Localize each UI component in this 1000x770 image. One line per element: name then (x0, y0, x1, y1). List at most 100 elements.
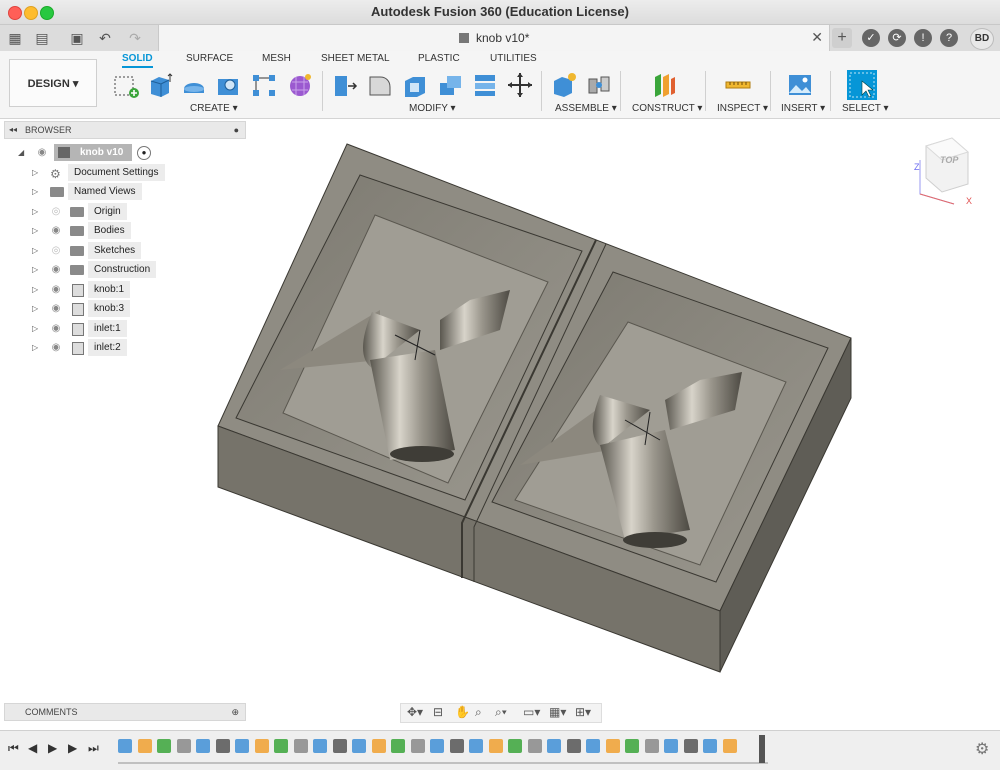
timeline-feature-icon[interactable] (644, 739, 659, 753)
timeline-feature-icon[interactable] (313, 739, 327, 753)
create-sketch-icon[interactable] (112, 71, 140, 99)
tab-mesh[interactable]: MESH (262, 53, 291, 64)
revolve-icon[interactable] (180, 71, 208, 99)
timeline-feature-icon[interactable] (625, 739, 639, 753)
timeline-feature-icon[interactable] (664, 739, 678, 753)
timeline-feature-icon[interactable] (449, 739, 464, 753)
document-tab[interactable]: knob v10* ✕ (158, 25, 830, 51)
user-avatar[interactable]: BD (970, 28, 994, 50)
tab-utilities[interactable]: UTILITIES (490, 53, 537, 64)
browser-item-inlet-1[interactable]: ▷ ◉ inlet:1 (0, 320, 246, 337)
add-comment-icon[interactable]: ⊕ (231, 704, 239, 720)
eye-icon[interactable]: ◉ (50, 323, 62, 335)
redo-icon[interactable]: ↷ (126, 29, 144, 47)
timeline-feature-icon[interactable] (722, 739, 737, 753)
go-to-end-icon[interactable]: ⏭ (88, 741, 99, 756)
fit-icon[interactable]: ⌕▾ (495, 705, 507, 720)
expand-arrow-icon[interactable]: ▷ (32, 242, 38, 259)
browser-item-named-views[interactable]: ▷ Named Views (0, 183, 246, 200)
tab-solid[interactable]: SOLID (122, 53, 153, 68)
insert-menu[interactable]: INSERT ▾ (781, 103, 825, 114)
timeline-feature-icon[interactable] (176, 739, 191, 753)
rectangular-pattern-icon[interactable] (250, 71, 278, 99)
browser-header[interactable]: ◂◂ BROWSER ● (4, 121, 246, 139)
close-tab-icon[interactable]: ✕ (811, 29, 823, 46)
timeline-feature-icon[interactable] (235, 739, 249, 753)
timeline-feature-icon[interactable] (332, 739, 347, 753)
browser-item-document-settings[interactable]: ▷ ⚙ Document Settings (0, 164, 246, 181)
timeline-feature-icon[interactable] (683, 739, 698, 753)
look-at-icon[interactable]: ⊟ (433, 705, 443, 719)
viewports-icon[interactable]: ⊞▾ (575, 705, 591, 719)
timeline-settings-icon[interactable]: ⚙ (975, 739, 989, 759)
step-forward-icon[interactable]: ▶ (68, 741, 77, 755)
timeline-feature-icon[interactable] (274, 739, 288, 753)
expand-arrow-icon[interactable]: ▷ (32, 203, 38, 220)
grid-settings-icon[interactable]: ▦▾ (549, 705, 566, 719)
job-status-icon[interactable]: ⟳ (888, 29, 906, 47)
insert-image-icon[interactable] (786, 71, 814, 99)
browser-root[interactable]: ◢ ◉ knob v10 ● (0, 144, 246, 161)
step-back-icon[interactable]: ◀ (28, 741, 37, 755)
play-icon[interactable]: ▶ (48, 741, 57, 755)
construct-menu[interactable]: CONSTRUCT ▾ (632, 103, 702, 114)
eye-icon[interactable]: ◉ (50, 264, 62, 276)
chamfer-icon[interactable] (401, 71, 429, 99)
tab-surface[interactable]: SURFACE (186, 53, 233, 64)
app-grid-icon[interactable]: ▦ (6, 29, 24, 47)
zoom-icon[interactable]: ⌕ (475, 705, 482, 720)
collapse-arrow-icon[interactable]: ◢ (18, 144, 24, 161)
expand-arrow-icon[interactable]: ▷ (32, 320, 38, 337)
notifications-icon[interactable]: ! (914, 29, 932, 47)
timeline-feature-icon[interactable] (566, 739, 581, 753)
save-icon[interactable]: ▣ (68, 29, 86, 47)
measure-icon[interactable] (724, 71, 752, 99)
new-component-icon[interactable] (550, 71, 578, 99)
press-pull-icon[interactable] (331, 71, 359, 99)
eye-icon[interactable]: ◉ (50, 225, 62, 237)
browser-item-knob-1[interactable]: ▷ ◉ knob:1 (0, 281, 246, 298)
timeline-feature-icon[interactable] (215, 739, 230, 753)
expand-arrow-icon[interactable]: ▷ (32, 222, 38, 239)
timeline-feature-icon[interactable] (371, 739, 386, 753)
file-menu-icon[interactable]: ▤ (33, 29, 51, 47)
orbit-icon[interactable]: ✥▾ (407, 705, 423, 719)
timeline-feature-icon[interactable] (157, 739, 171, 753)
create-menu[interactable]: CREATE ▾ (190, 103, 238, 114)
timeline-feature-icon[interactable] (469, 739, 483, 753)
joint-icon[interactable] (585, 71, 613, 99)
timeline-marker[interactable] (759, 735, 765, 763)
browser-item-origin[interactable]: ▷ ◎ Origin (0, 203, 246, 220)
timeline-feature-icon[interactable] (586, 739, 600, 753)
timeline-feature-icon[interactable] (703, 739, 717, 753)
view-cube[interactable] (912, 132, 974, 210)
tab-plastic[interactable]: PLASTIC (418, 53, 460, 64)
timeline-feature-icon[interactable] (352, 739, 366, 753)
timeline-feature-icon[interactable] (391, 739, 405, 753)
extensions-icon[interactable]: ✓ (862, 29, 880, 47)
eye-hidden-icon[interactable]: ◎ (50, 245, 62, 257)
timeline-feature-icon[interactable] (293, 739, 308, 753)
timeline-feature-icon[interactable] (547, 739, 561, 753)
browser-item-construction[interactable]: ▷ ◉ Construction (0, 261, 246, 278)
expand-arrow-icon[interactable]: ▷ (32, 183, 38, 200)
timeline-feature-icon[interactable] (254, 739, 269, 753)
comments-panel[interactable]: COMMENTS ⊕ (4, 703, 246, 721)
sweep-icon[interactable] (214, 71, 242, 99)
help-icon[interactable]: ? (940, 29, 958, 47)
expand-arrow-icon[interactable]: ▷ (32, 261, 38, 278)
expand-arrow-icon[interactable]: ▷ (32, 164, 38, 181)
timeline-feature-icon[interactable] (410, 739, 425, 753)
collapse-browser-icon[interactable]: ◂◂ (9, 122, 17, 138)
timeline-feature-icon[interactable] (430, 739, 444, 753)
new-tab-button[interactable]: + (832, 28, 852, 48)
combine-icon[interactable] (471, 71, 499, 99)
eye-icon[interactable]: ◉ (36, 147, 48, 159)
workspace-switcher-button[interactable]: DESIGN ▾ (9, 59, 97, 107)
offset-plane-icon[interactable] (650, 71, 678, 99)
shell-icon[interactable] (436, 71, 464, 99)
display-settings-icon[interactable]: ▭▾ (523, 705, 540, 719)
expand-arrow-icon[interactable]: ▷ (32, 300, 38, 317)
select-menu[interactable]: SELECT ▾ (842, 103, 889, 114)
timeline-feature-icon[interactable] (605, 739, 620, 753)
